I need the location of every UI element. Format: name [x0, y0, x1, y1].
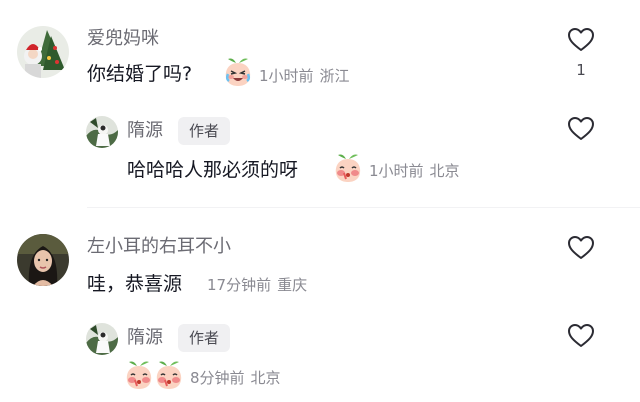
comment-meta: 17分钟前 重庆: [207, 275, 307, 295]
comment-location: 重庆: [277, 276, 308, 294]
comment-text-body: 哇，恭喜源: [87, 273, 183, 295]
comment-text: 你结婚了吗?: [87, 61, 192, 87]
avatar-image-author: [86, 116, 118, 148]
reply-text-body: 哈哈哈人那必须的呀: [127, 159, 299, 181]
like-count: 1: [576, 61, 586, 79]
avatar-image-author: [86, 323, 118, 355]
reply-like-button[interactable]: [567, 323, 595, 349]
comment-divider: [87, 207, 640, 208]
heart-outline-icon: [568, 117, 594, 140]
reply-meta: 1小时前 北京: [369, 161, 460, 181]
comment-username[interactable]: 爱兜妈咪: [87, 28, 159, 50]
blushing-peach-emoji: [334, 153, 362, 187]
comment-username[interactable]: 左小耳的右耳不小: [87, 236, 231, 258]
reply-like-button[interactable]: [567, 116, 595, 142]
avatar-image-christmas: [17, 26, 69, 78]
comment-location: 浙江: [319, 67, 350, 85]
blushing-peach-emoji: [125, 360, 153, 394]
heart-outline-icon: [568, 324, 594, 347]
avatar[interactable]: [17, 26, 69, 78]
blushing-peach-emoji: [155, 360, 183, 394]
reply-username[interactable]: 隋源: [127, 327, 163, 349]
like-button[interactable]: [567, 27, 595, 53]
reply-time: 1小时前: [369, 162, 424, 180]
reply-time: 8分钟前: [190, 369, 245, 387]
comment-text: 哇，恭喜源: [87, 271, 182, 297]
avatar-image-woman: [17, 234, 69, 286]
reply-text: 哈哈哈人那必须的呀: [127, 157, 298, 183]
heart-outline-icon: [568, 236, 594, 259]
reply-avatar[interactable]: [86, 116, 118, 148]
author-badge: 作者: [178, 117, 231, 145]
reply-meta: 8分钟前 北京: [190, 368, 281, 388]
reply-location: 北京: [429, 162, 460, 180]
comment-text-body: 你结婚了吗?: [87, 63, 193, 85]
author-badge: 作者: [178, 324, 231, 352]
reply-avatar[interactable]: [86, 323, 118, 355]
reply-location: 北京: [250, 369, 281, 387]
heart-outline-icon: [568, 28, 594, 51]
reply-username[interactable]: 隋源: [127, 120, 163, 142]
avatar[interactable]: [17, 234, 69, 286]
comment-time: 1小时前: [259, 67, 314, 85]
like-button[interactable]: [567, 235, 595, 261]
comment-meta: 1小时前 浙江: [259, 66, 350, 86]
comment-time: 17分钟前: [207, 276, 272, 294]
crying-laughing-peach-emoji: [224, 57, 252, 91]
